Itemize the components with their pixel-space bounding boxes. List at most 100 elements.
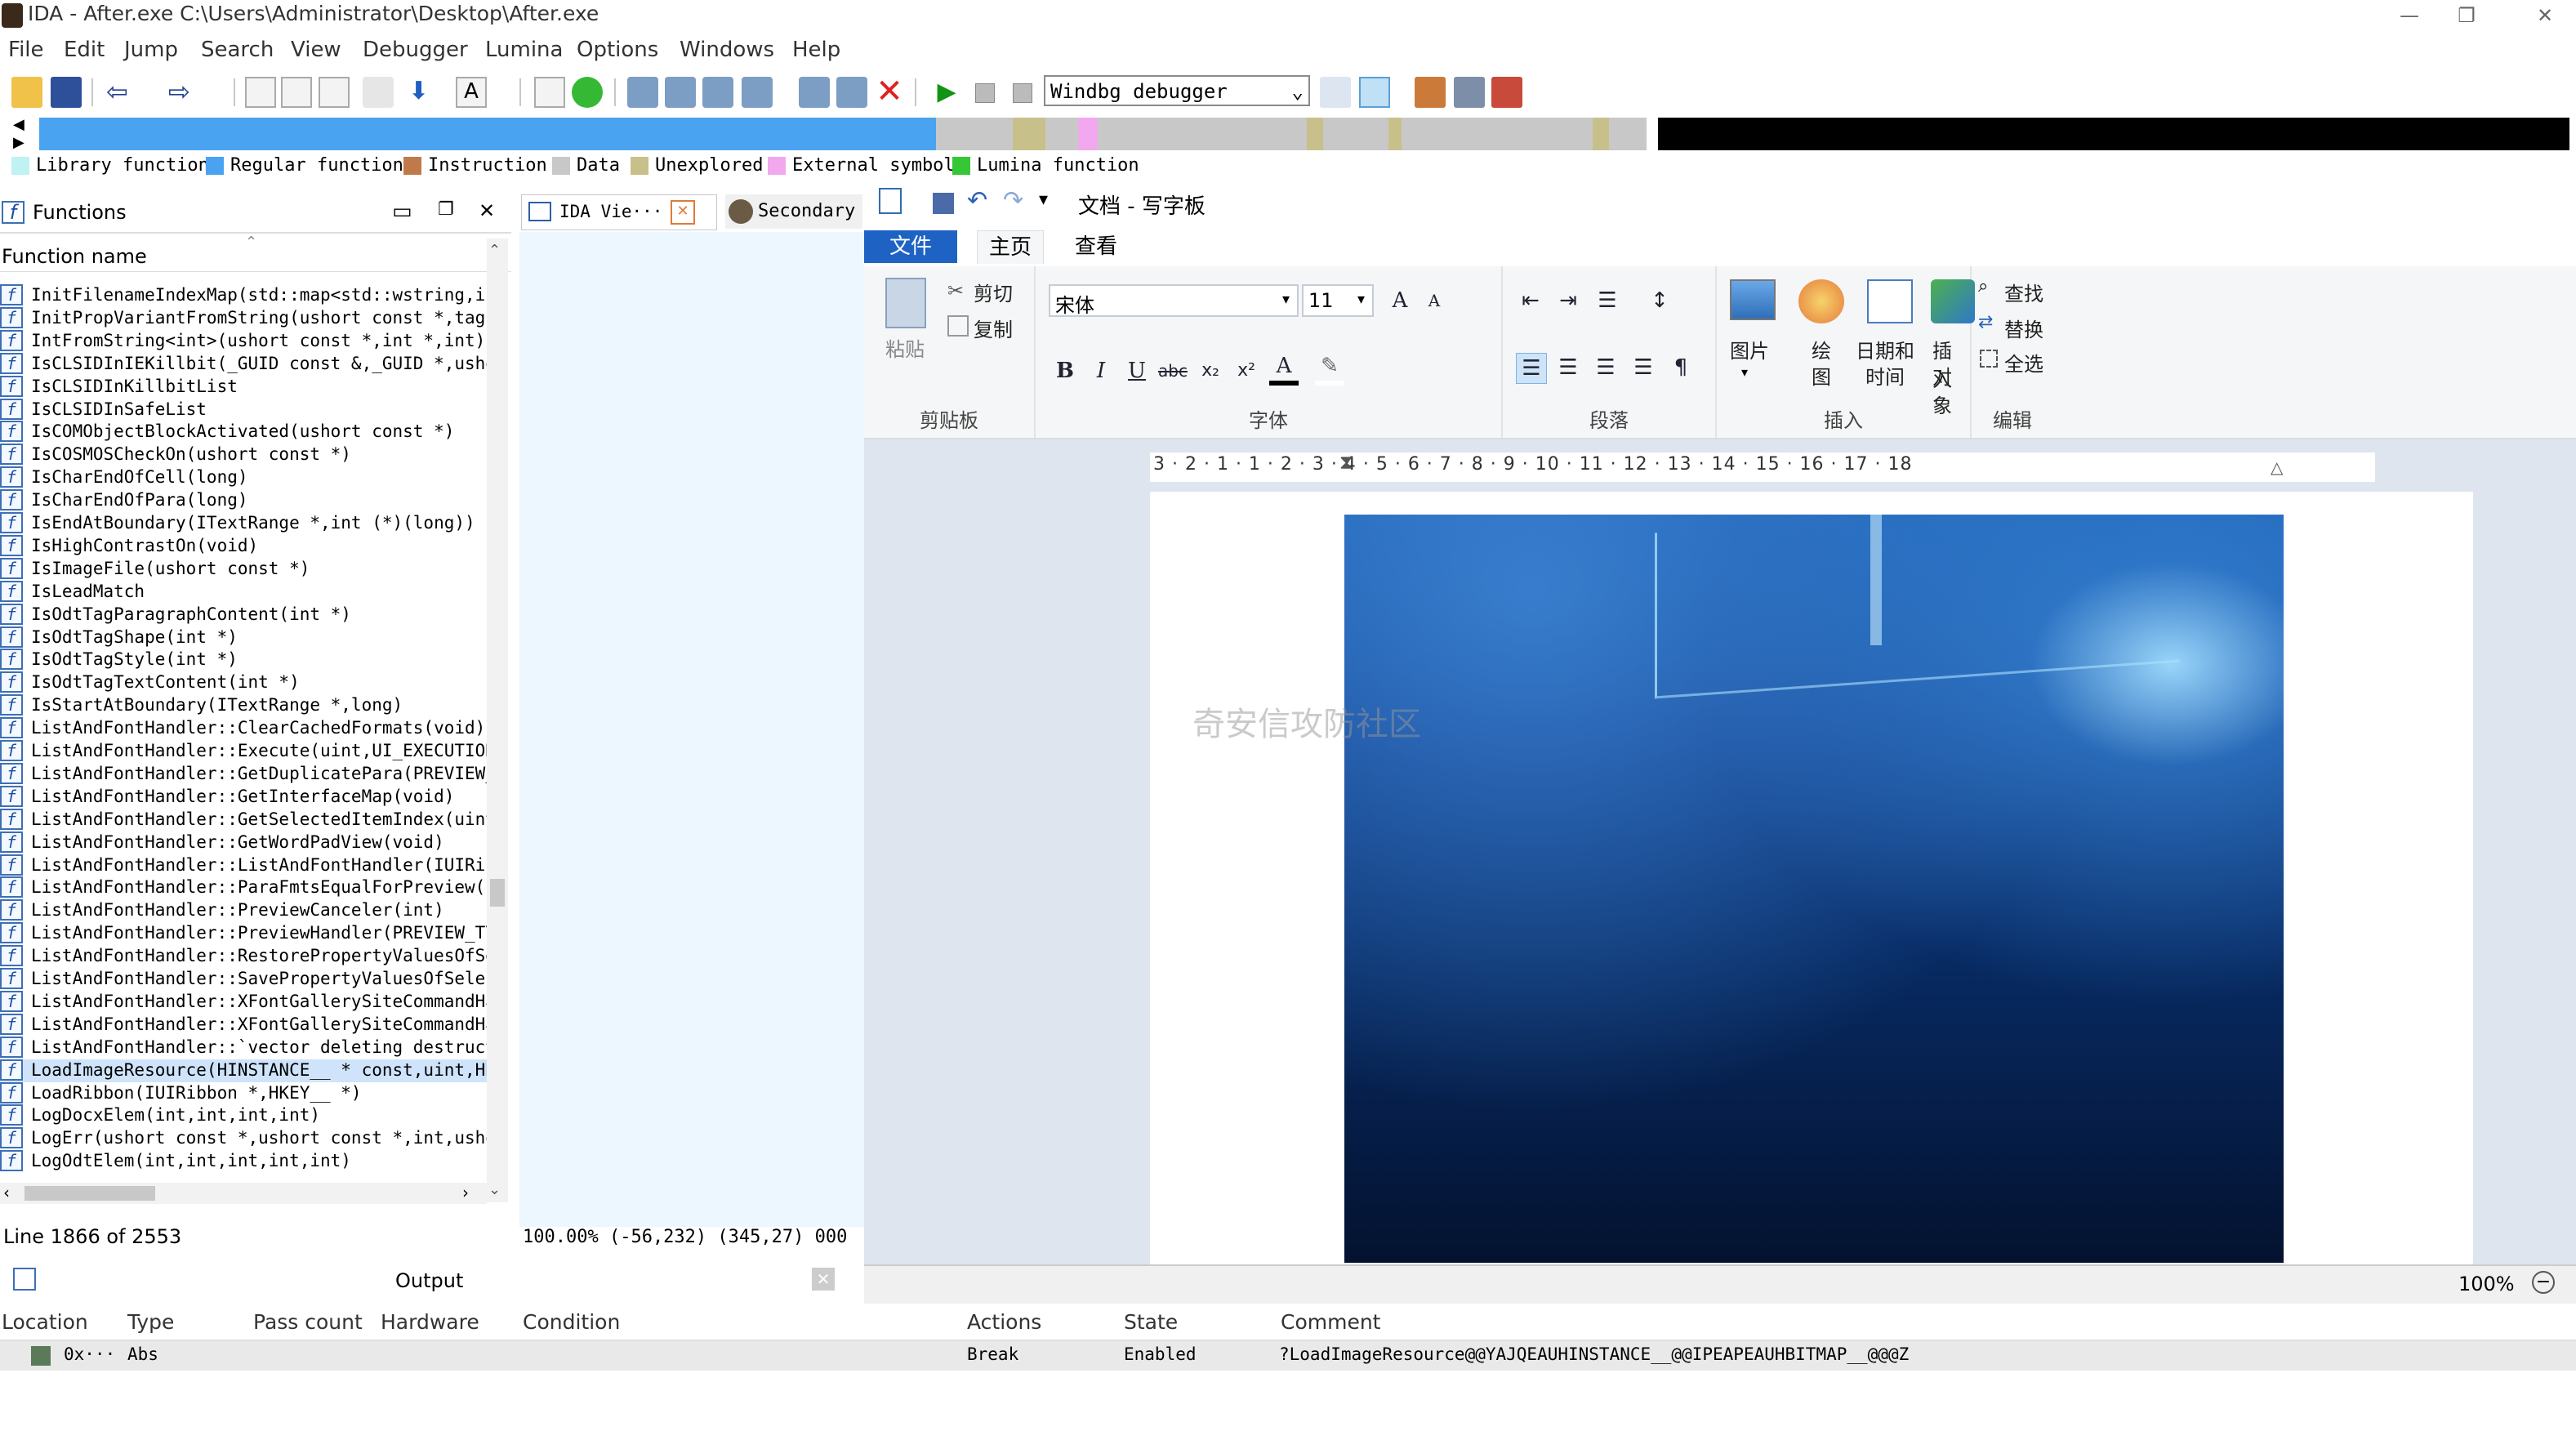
save-icon[interactable] [51, 77, 82, 108]
threads-icon[interactable] [1454, 77, 1485, 108]
cut-label[interactable]: 剪切 [974, 278, 1013, 306]
function-row[interactable]: f ListAndFontHandler::ParaFmtsEqualForPre… [0, 876, 487, 899]
breakpoint-icon[interactable] [799, 77, 830, 108]
copy-icon[interactable] [947, 315, 969, 337]
paint-icon[interactable] [1798, 279, 1844, 323]
increase-indent-icon[interactable]: ⇥ [1553, 286, 1583, 315]
align-right-icon[interactable]: ☰ [1591, 353, 1620, 382]
pause-icon[interactable] [969, 77, 1000, 108]
function-row[interactable]: f IsCLSIDInSafeList [0, 398, 207, 421]
align-center-icon[interactable]: ☰ [1553, 353, 1583, 382]
tools-icon[interactable] [1491, 77, 1522, 108]
ruler[interactable]: 3 · 2 · 1 · 1 · 2 · 3 · 4 · 5 · 6 · 7 · … [1150, 451, 2375, 482]
datetime-label-bottom[interactable]: 时间 [1865, 361, 1905, 390]
col-type[interactable]: Type [127, 1310, 174, 1334]
redo-icon[interactable]: ↷ [1003, 186, 1023, 215]
function-row[interactable]: f ListAndFontHandler::XFontGallerySiteCom… [0, 990, 487, 1014]
bullets-icon[interactable]: ☰ [1593, 286, 1622, 315]
menu-options[interactable]: Options [577, 38, 658, 62]
function-row[interactable]: f ListAndFontHandler::PreviewCanceler(int… [0, 899, 444, 922]
open-icon[interactable] [11, 77, 42, 108]
run-icon[interactable]: ▶ [931, 77, 962, 108]
col-location[interactable]: Location [2, 1310, 88, 1334]
green-circle-icon[interactable] [572, 77, 603, 108]
function-row[interactable]: f IsCOMObjectBlockActivated(ushort const … [0, 421, 454, 444]
attach-process-icon[interactable] [1320, 77, 1351, 108]
patch-icon[interactable] [363, 77, 394, 108]
jump-down-icon[interactable]: ⬇ [408, 77, 439, 108]
indent-marker-icon[interactable]: ⧗ [1339, 451, 1353, 474]
function-row[interactable]: f ListAndFontHandler::XFontGallerySiteCom… [0, 1013, 487, 1037]
col-state[interactable]: State [1124, 1310, 1178, 1334]
refresh-icon[interactable] [1359, 77, 1390, 108]
function-row[interactable]: f InitFilenameIndexMap(std::map<std::wstr… [0, 284, 487, 307]
menu-windows[interactable]: Windows [680, 38, 774, 62]
justify-icon[interactable]: ☰ [1629, 353, 1658, 382]
quick-save-icon[interactable] [933, 193, 954, 214]
datetime-label-top[interactable]: 日期和 [1856, 335, 1914, 363]
tab-file[interactable]: 文件 [864, 230, 957, 263]
function-row[interactable]: f IsCLSIDInKillbitList [0, 375, 238, 399]
paste-icon[interactable] [885, 278, 926, 328]
close-red-icon[interactable]: ✕ [874, 75, 905, 108]
hex-icon[interactable] [245, 77, 276, 108]
menu-lumina[interactable]: Lumina [485, 38, 563, 62]
menu-help[interactable]: Help [792, 38, 840, 62]
function-row[interactable]: f IsCOSMOSCheckOn(ushort const *) [0, 444, 351, 466]
zoom-out-icon[interactable]: − [2532, 1271, 2555, 1294]
insert-picture-label[interactable]: 图片 [1730, 335, 1769, 363]
function-row[interactable]: f LogErr(ushort const *,ushort const *,in… [0, 1127, 487, 1150]
undo-icon[interactable]: ↶ [967, 186, 987, 215]
tab-secondary[interactable]: Secondary [725, 194, 862, 229]
navigation-band[interactable]: ◀ ▶ [0, 116, 2576, 152]
italic-icon[interactable]: I [1086, 356, 1116, 386]
function-row[interactable]: f IsOdtTagStyle(int *) [0, 649, 238, 671]
function-row[interactable]: f IsCharEndOfCell(long) [0, 466, 248, 489]
align-left-icon[interactable]: ☰ [1516, 353, 1547, 384]
insert-object-icon[interactable] [1931, 279, 1975, 323]
paste-label[interactable]: 粘贴 [885, 333, 925, 362]
scroll-right-icon[interactable]: › [462, 1183, 469, 1202]
step-into-icon[interactable] [627, 77, 658, 108]
grow-font-icon[interactable]: A [1385, 286, 1415, 315]
function-row[interactable]: f ListAndFontHandler::GetInterfaceMap(voi… [0, 785, 454, 809]
col-condition[interactable]: Condition [523, 1310, 620, 1334]
scroll-left-icon[interactable]: ‹ [3, 1183, 10, 1202]
step-out-icon[interactable] [702, 77, 733, 108]
menu-search[interactable]: Search [201, 38, 274, 62]
maximize-button[interactable]: ❐ [2442, 2, 2491, 29]
function-row[interactable]: f ListAndFontHandler::SavePropertyValuesO… [0, 968, 487, 991]
nav-left-arrow2-icon[interactable]: ▶ [13, 134, 25, 151]
panel-float-icon[interactable]: ❐ [438, 199, 454, 220]
function-row[interactable]: f ListAndFontHandler::ListAndFontHandler(… [0, 854, 487, 877]
h-scroll-thumb[interactable] [25, 1186, 155, 1201]
minimize-button[interactable]: — [2385, 2, 2434, 29]
function-row[interactable]: f ListAndFontHandler::`vector deleting de… [0, 1036, 487, 1059]
graph-icon[interactable] [534, 77, 565, 108]
shrink-font-icon[interactable]: A [1419, 286, 1449, 315]
struct-icon[interactable] [281, 77, 312, 108]
function-row[interactable]: f IsHighContrastOn(void) [0, 534, 258, 558]
panel-close-icon[interactable]: ✕ [479, 199, 495, 222]
function-row[interactable]: f IsImageFile(ushort const *) [0, 557, 310, 581]
functions-column-header[interactable]: ⌃ Function name [0, 234, 511, 272]
horizontal-scrollbar[interactable]: ‹ › [0, 1183, 487, 1204]
scissors-icon[interactable]: ✂ [947, 279, 964, 302]
tab-view[interactable]: 查看 [1063, 230, 1129, 263]
menu-edit[interactable]: Edit [64, 38, 105, 62]
superscript-icon[interactable]: x² [1232, 356, 1261, 386]
column-function-name[interactable]: Function name [2, 245, 147, 268]
underline-icon[interactable]: U [1122, 356, 1152, 386]
function-row[interactable]: f LogDocxElem(int,int,int,int) [0, 1104, 320, 1127]
function-row[interactable]: f LoadImageResource(HINSTANCE__ * const,u… [0, 1059, 487, 1082]
function-row[interactable]: f ListAndFontHandler::GetSelectedItemInde… [0, 808, 487, 832]
binoculars-icon[interactable]: ⌕ [1978, 276, 1988, 296]
attach-icon[interactable] [836, 77, 867, 108]
tab-close-icon[interactable]: ✕ [671, 200, 695, 225]
calendar-icon[interactable] [1867, 279, 1913, 323]
nav-left-arrow-icon[interactable]: ◀ [13, 116, 25, 133]
tab-ida-view[interactable]: IDA Vie··· ✕ [521, 194, 717, 230]
step-over-icon[interactable] [665, 77, 696, 108]
subscript-icon[interactable]: x₂ [1196, 356, 1225, 386]
scroll-thumb[interactable] [490, 879, 505, 907]
